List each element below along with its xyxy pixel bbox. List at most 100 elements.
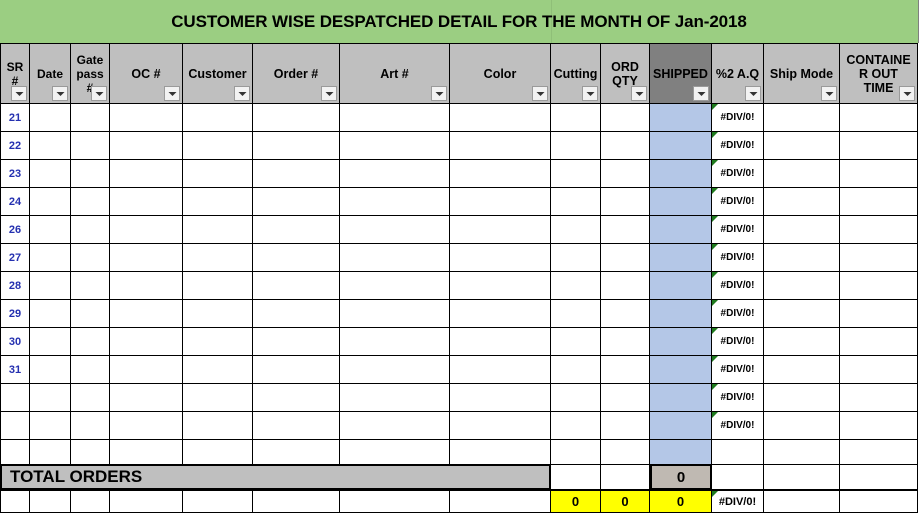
cell-order[interactable] (253, 244, 340, 272)
column-header-shipped[interactable]: SHIPPED (650, 43, 712, 104)
cell-art[interactable] (340, 328, 450, 356)
cell-aq[interactable]: #DIV/0! (712, 188, 764, 216)
total-row-blank-ordqty[interactable] (601, 464, 650, 490)
cell-oc[interactable] (110, 132, 183, 160)
cell-ordqty[interactable] (601, 300, 650, 328)
cell-date[interactable] (30, 132, 71, 160)
cell-order[interactable] (253, 328, 340, 356)
filter-dropdown-button[interactable] (532, 86, 548, 101)
column-header-cutting[interactable]: Cutting (551, 43, 601, 104)
cell-shipmode[interactable] (764, 104, 840, 132)
cell-order[interactable] (253, 104, 340, 132)
cell-container[interactable] (840, 244, 918, 272)
column-header-date[interactable]: Date (30, 43, 71, 104)
cell-aq[interactable]: #DIV/0! (712, 160, 764, 188)
filter-dropdown-button[interactable] (164, 86, 180, 101)
cell-cutting[interactable] (551, 328, 601, 356)
cell-shipped[interactable] (650, 216, 712, 244)
cell-customer[interactable] (183, 412, 253, 440)
cell-order[interactable] (253, 188, 340, 216)
cell-sr[interactable]: 27 (0, 244, 30, 272)
cell-cutting[interactable] (551, 356, 601, 384)
cell-ordqty[interactable] (601, 328, 650, 356)
cell-gatepass[interactable] (71, 160, 110, 188)
cell-art[interactable] (340, 356, 450, 384)
cell-oc[interactable] (110, 412, 183, 440)
cell-order[interactable] (253, 300, 340, 328)
cell-gatepass[interactable] (71, 300, 110, 328)
cell-customer[interactable] (183, 132, 253, 160)
cell-order[interactable] (253, 412, 340, 440)
filter-dropdown-button[interactable] (234, 86, 250, 101)
cell-container[interactable] (840, 104, 918, 132)
cell-shipped[interactable] (650, 160, 712, 188)
cell-color[interactable] (450, 160, 551, 188)
cell-cutting[interactable] (551, 104, 601, 132)
cell-art[interactable] (340, 132, 450, 160)
filter-dropdown-button[interactable] (52, 86, 68, 101)
cell-aq[interactable]: #DIV/0! (712, 132, 764, 160)
cell-sr[interactable] (0, 384, 30, 412)
cell-sr[interactable]: 31 (0, 356, 30, 384)
cell-oc[interactable] (110, 244, 183, 272)
cell-date[interactable] (30, 188, 71, 216)
cell-sr[interactable]: 28 (0, 272, 30, 300)
cell-art[interactable] (340, 384, 450, 412)
cell-gatepass[interactable] (71, 104, 110, 132)
sum-cell-sr[interactable] (0, 490, 30, 513)
sum-cell-color[interactable] (450, 490, 551, 513)
cell-cutting[interactable] (551, 244, 601, 272)
cell-shipmode[interactable] (764, 272, 840, 300)
cell-gatepass[interactable] (71, 356, 110, 384)
cell-shipmode[interactable] (764, 412, 840, 440)
cell-cutting[interactable] (551, 300, 601, 328)
cell-sr[interactable]: 30 (0, 328, 30, 356)
cell-color[interactable] (450, 384, 551, 412)
cell-ordqty[interactable] (601, 104, 650, 132)
column-header-customer[interactable]: Customer (183, 43, 253, 104)
cell-aq[interactable]: #DIV/0! (712, 412, 764, 440)
cell-customer[interactable] (183, 328, 253, 356)
total-shipped-value[interactable]: 0 (650, 464, 712, 490)
cell-container[interactable] (840, 132, 918, 160)
total-row-blank-cutting[interactable] (551, 464, 601, 490)
cell-date[interactable] (30, 216, 71, 244)
cell-cutting[interactable] (551, 412, 601, 440)
cell-container[interactable] (840, 412, 918, 440)
cell-art[interactable] (340, 188, 450, 216)
cell-color[interactable] (450, 300, 551, 328)
filter-dropdown-button[interactable] (631, 86, 647, 101)
cell-date[interactable] (30, 272, 71, 300)
total-row-blank-aq[interactable] (712, 464, 764, 490)
sum-cell-order[interactable] (253, 490, 340, 513)
cell-cutting[interactable] (551, 384, 601, 412)
cell-art[interactable] (340, 412, 450, 440)
cell-sr[interactable]: 22 (0, 132, 30, 160)
cell-art[interactable] (340, 272, 450, 300)
cell-shipped[interactable] (650, 384, 712, 412)
sum-cell-shipmode[interactable] (764, 490, 840, 513)
total-row-blank-container[interactable] (840, 464, 918, 490)
cell-color[interactable] (450, 272, 551, 300)
cell-shipmode[interactable] (764, 328, 840, 356)
filter-dropdown-button[interactable] (11, 86, 27, 101)
cell-customer[interactable] (183, 356, 253, 384)
filter-dropdown-button[interactable] (745, 86, 761, 101)
column-header-gatepass[interactable]: Gate pass # (71, 43, 110, 104)
cell-date[interactable] (30, 300, 71, 328)
cell-oc[interactable] (110, 356, 183, 384)
cell-customer[interactable] (183, 244, 253, 272)
cell-ordqty[interactable] (601, 188, 650, 216)
sum-cell-ordqty[interactable]: 0 (601, 490, 650, 513)
cell-aq[interactable]: #DIV/0! (712, 328, 764, 356)
cell-ordqty[interactable] (601, 356, 650, 384)
cell-date[interactable] (30, 244, 71, 272)
cell-container[interactable] (840, 300, 918, 328)
sum-cell-shipped[interactable]: 0 (650, 490, 712, 513)
cell-shipped[interactable] (650, 188, 712, 216)
cell-container[interactable] (840, 384, 918, 412)
cell-shipmode[interactable] (764, 356, 840, 384)
column-header-color[interactable]: Color (450, 43, 551, 104)
cell-cutting[interactable] (551, 216, 601, 244)
cell-ordqty[interactable] (601, 132, 650, 160)
